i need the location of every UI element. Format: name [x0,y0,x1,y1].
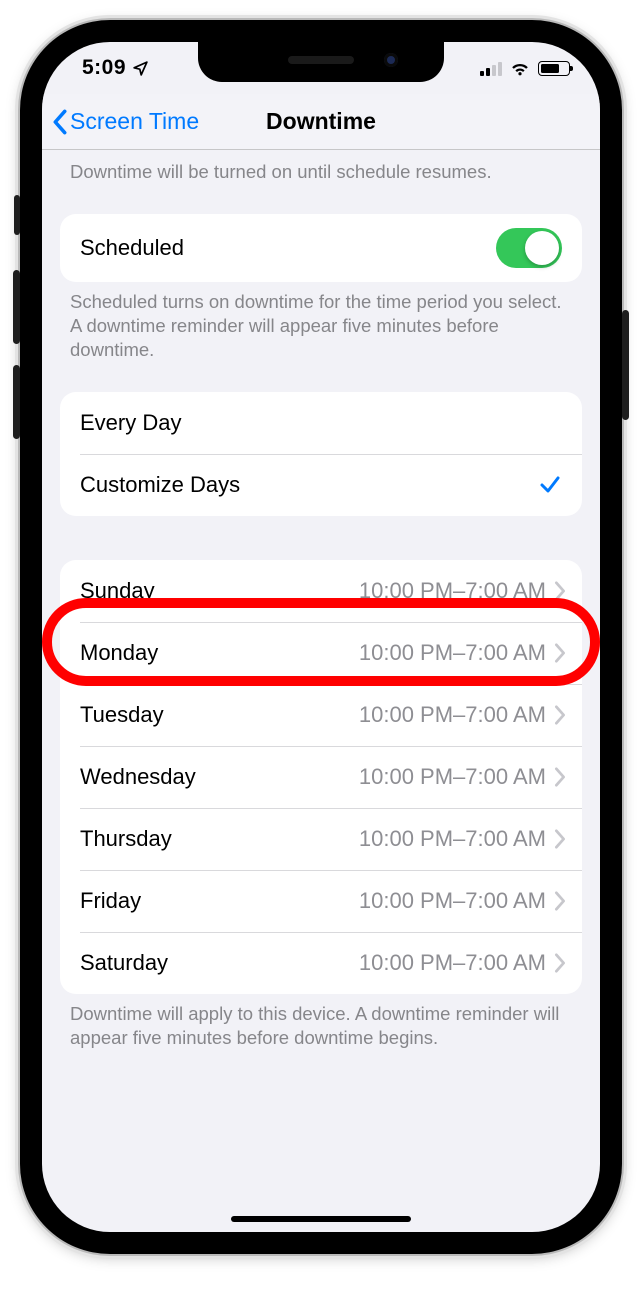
nav-bar: Screen Time Downtime [42,94,600,150]
chevron-right-icon [554,705,566,725]
mode-group: Every Day Customize Days [60,392,582,516]
day-row-sunday[interactable]: Sunday 10:00 PM–7:00 AM [60,560,582,622]
checkmark-icon [538,473,562,497]
day-row-friday[interactable]: Friday 10:00 PM–7:00 AM [60,870,582,932]
mode-customize-days[interactable]: Customize Days [60,454,582,516]
day-label: Monday [80,640,158,666]
every-day-label: Every Day [80,410,181,436]
day-row-monday[interactable]: Monday 10:00 PM–7:00 AM [60,622,582,684]
scheduled-footer: Scheduled turns on downtime for the time… [42,282,600,362]
day-range: 10:00 PM–7:00 AM [359,702,546,728]
screen: 5:09 Screen Time Downtime [42,42,600,1232]
day-row-thursday[interactable]: Thursday 10:00 PM–7:00 AM [60,808,582,870]
day-label: Friday [80,888,141,914]
days-group: Sunday 10:00 PM–7:00 AM Monday 10:00 PM–… [60,560,582,994]
customize-days-label: Customize Days [80,472,240,498]
days-footer: Downtime will apply to this device. A do… [42,994,600,1050]
day-range: 10:00 PM–7:00 AM [359,640,546,666]
home-indicator[interactable] [231,1216,411,1222]
notch [198,42,444,82]
chevron-right-icon [554,891,566,911]
intro-footer: Downtime will be turned on until schedul… [42,150,600,184]
chevron-right-icon [554,953,566,973]
volume-up-button [13,270,20,344]
back-label: Screen Time [70,108,199,135]
chevron-right-icon [554,581,566,601]
chevron-right-icon [554,767,566,787]
status-time: 5:09 [82,56,126,80]
day-label: Wednesday [80,764,196,790]
wifi-icon [509,60,531,76]
day-label: Tuesday [80,702,164,728]
day-row-wednesday[interactable]: Wednesday 10:00 PM–7:00 AM [60,746,582,808]
scheduled-label: Scheduled [80,235,184,261]
day-range: 10:00 PM–7:00 AM [359,764,546,790]
day-label: Saturday [80,950,168,976]
day-range: 10:00 PM–7:00 AM [359,826,546,852]
day-range: 10:00 PM–7:00 AM [359,950,546,976]
scheduled-group: Scheduled [60,214,582,282]
back-button[interactable]: Screen Time [52,94,199,149]
silence-switch [14,195,20,235]
power-button [622,310,629,420]
mode-every-day[interactable]: Every Day [60,392,582,454]
phone-frame: 5:09 Screen Time Downtime [20,20,622,1254]
content[interactable]: Downtime will be turned on until schedul… [42,150,600,1090]
day-range: 10:00 PM–7:00 AM [359,888,546,914]
nav-title: Downtime [266,108,376,135]
day-row-saturday[interactable]: Saturday 10:00 PM–7:00 AM [60,932,582,994]
location-icon [132,60,149,77]
cellular-icon [480,61,502,76]
volume-down-button [13,365,20,439]
day-label: Sunday [80,578,155,604]
chevron-right-icon [554,829,566,849]
day-range: 10:00 PM–7:00 AM [359,578,546,604]
scheduled-toggle[interactable] [496,228,562,268]
day-row-tuesday[interactable]: Tuesday 10:00 PM–7:00 AM [60,684,582,746]
day-label: Thursday [80,826,172,852]
chevron-right-icon [554,643,566,663]
scheduled-row[interactable]: Scheduled [60,214,582,282]
battery-icon [538,61,570,76]
